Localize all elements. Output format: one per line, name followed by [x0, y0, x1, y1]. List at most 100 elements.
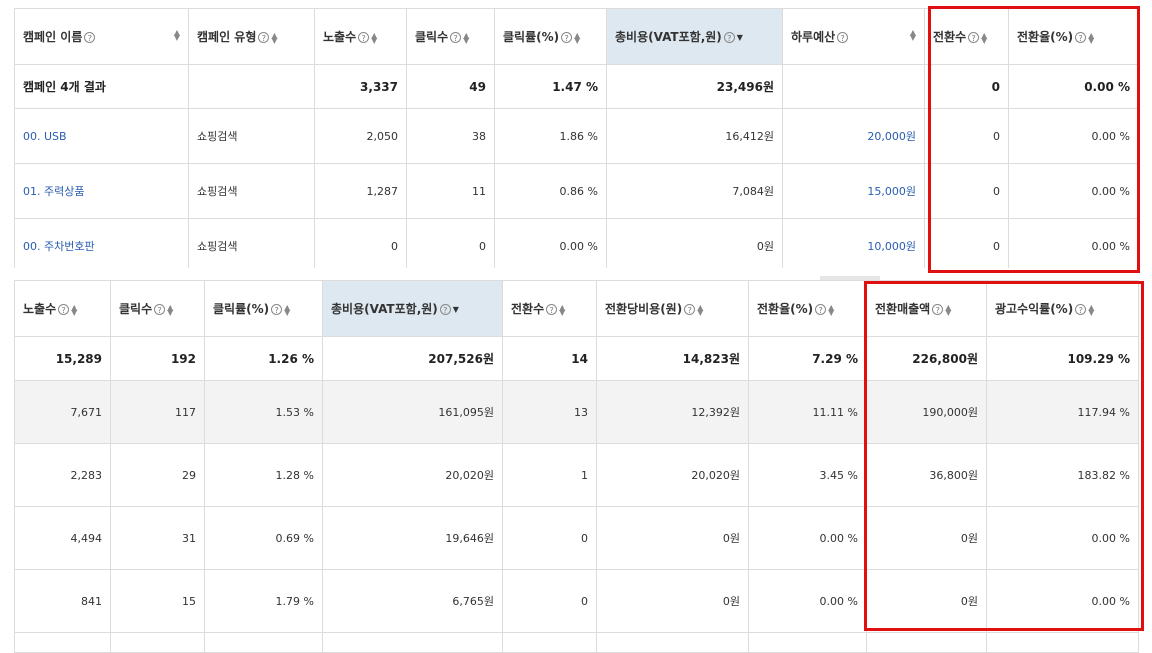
col-cost-per-conversion[interactable]: 전환당비용(원)? ▲ ▼ [596, 280, 749, 337]
table-cell: 6,765원 [322, 569, 503, 633]
sort-icon[interactable]: ▲ ▼ [574, 31, 580, 44]
campaign-name-link[interactable]: 00. USB [14, 108, 189, 164]
summary-cell [188, 64, 315, 109]
table-cell: 1.53 % [204, 380, 323, 444]
table-row: 2,283 29 1.28 % 20,020원 1 20,020원 3.45 %… [14, 443, 1139, 507]
col-total-cost[interactable]: 총비용(VAT포함,원)? ▼ [322, 280, 503, 337]
sort-icon[interactable]: ▲ ▼ [174, 29, 180, 42]
table-cell: 12,392원 [596, 380, 749, 444]
col-clicks[interactable]: 클릭수? ▲ ▼ [406, 8, 495, 65]
sort-icon[interactable]: ▲ ▼ [697, 303, 703, 316]
sort-icon[interactable]: ▲ ▼ [945, 303, 951, 316]
col-daily-budget[interactable]: 하루예산? ▲ ▼ [782, 8, 925, 65]
help-icon[interactable]: ? [546, 304, 558, 315]
table-cell: 0원 [866, 569, 987, 633]
col-conversions[interactable]: 전환수? ▲ ▼ [502, 280, 597, 337]
sort-icon[interactable]: ▲ ▼ [981, 31, 987, 44]
sort-icon[interactable]: ▲ ▼ [559, 303, 565, 316]
caret-down-icon[interactable]: ▼ [453, 305, 459, 314]
help-icon[interactable]: ? [358, 32, 370, 43]
help-icon[interactable]: ? [450, 32, 462, 43]
campaign-table-top: 캠페인 이름? ▲ ▼ 캠페인 유형? ▲ ▼ 노출수? ▲ ▼ 클릭수? ▲ ▼ 클릭률(%)… [14, 8, 1139, 294]
col-campaign-type[interactable]: 캠페인 유형? ▲ ▼ [188, 8, 315, 65]
summary-cell: 109.29 % [986, 336, 1139, 381]
table-cell: 0원 [866, 506, 987, 570]
summary-cell: 226,800원 [866, 336, 987, 381]
table-cell: 0.00 % [986, 569, 1139, 633]
table-cell: 20,020원 [322, 443, 503, 507]
sort-icon[interactable]: ▲ ▼ [71, 303, 77, 316]
section-divider [0, 268, 1152, 280]
caret-down-icon[interactable]: ▼ [737, 33, 743, 42]
table-cell: 0.00 % [1008, 218, 1139, 274]
sort-icon[interactable]: ▲ ▼ [167, 303, 173, 316]
help-icon[interactable]: ? [271, 304, 283, 315]
table-cell: 16,412원 [606, 108, 783, 164]
col-impressions[interactable]: 노출수? ▲ ▼ [314, 8, 407, 65]
table-cell: 841 [14, 569, 111, 633]
help-icon[interactable]: ? [258, 32, 270, 43]
sort-icon[interactable]: ▲ ▼ [1088, 303, 1094, 316]
help-icon[interactable]: ? [84, 32, 96, 43]
daily-budget-link[interactable]: 20,000원 [782, 108, 925, 164]
table-cell: 0원 [596, 569, 749, 633]
col-conversions[interactable]: 전환수? ▲ ▼ [924, 8, 1009, 65]
help-icon[interactable]: ? [1075, 304, 1087, 315]
help-icon[interactable]: ? [439, 304, 451, 315]
table-cell: 1.79 % [204, 569, 323, 633]
campaign-name-link[interactable]: 00. 주차번호판 [14, 218, 189, 274]
table-cell: 31 [110, 506, 205, 570]
help-icon[interactable]: ? [58, 304, 70, 315]
help-icon[interactable]: ? [968, 32, 980, 43]
help-icon[interactable]: ? [684, 304, 696, 315]
sort-icon[interactable]: ▲ ▼ [828, 303, 834, 316]
table-cell: 0.69 % [204, 506, 323, 570]
table-cell: 19,646원 [322, 506, 503, 570]
sort-icon[interactable]: ▲ ▼ [284, 303, 290, 316]
col-conversion-rate[interactable]: 전환율(%)? ▲ ▼ [748, 280, 867, 337]
col-total-cost[interactable]: 총비용(VAT포함,원)? ▼ [606, 8, 783, 65]
table-row-partial [14, 632, 1139, 653]
table-cell: 0.86 % [494, 163, 607, 219]
help-icon[interactable]: ? [561, 32, 573, 43]
col-roas[interactable]: 광고수익률(%)? ▲ ▼ [986, 280, 1139, 337]
sort-icon[interactable]: ▲ ▼ [1088, 31, 1094, 44]
table-cell: 0 [406, 218, 495, 274]
table-cell: 쇼핑검색 [188, 108, 315, 164]
col-clicks[interactable]: 클릭수? ▲ ▼ [110, 280, 205, 337]
table-cell: 161,095원 [322, 380, 503, 444]
campaign-name-link[interactable]: 01. 주력상품 [14, 163, 189, 219]
summary-cell: 7.29 % [748, 336, 867, 381]
table-cell: 36,800원 [866, 443, 987, 507]
table-cell: 7,671 [14, 380, 111, 444]
summary-cell: 207,526원 [322, 336, 503, 381]
help-icon[interactable]: ? [1075, 32, 1087, 43]
table-cell: 117.94 % [986, 380, 1139, 444]
table-cell: 190,000원 [866, 380, 987, 444]
summary-cell: 14 [502, 336, 597, 381]
col-impressions[interactable]: 노출수? ▲ ▼ [14, 280, 111, 337]
table-cell: 7,084원 [606, 163, 783, 219]
daily-budget-link[interactable]: 15,000원 [782, 163, 925, 219]
sort-icon[interactable]: ▲ ▼ [463, 31, 469, 44]
col-ctr[interactable]: 클릭률(%)? ▲ ▼ [494, 8, 607, 65]
sort-icon[interactable]: ▲ ▼ [910, 29, 916, 42]
col-conversion-rate[interactable]: 전환율(%)? ▲ ▼ [1008, 8, 1139, 65]
help-icon[interactable]: ? [154, 304, 166, 315]
table-header-row: 노출수? ▲ ▼ 클릭수? ▲ ▼ 클릭률(%)? ▲ ▼ 총비용(VAT포함,원)? ▼ 전… [14, 280, 1139, 337]
col-ctr[interactable]: 클릭률(%)? ▲ ▼ [204, 280, 323, 337]
summary-cell: 15,289 [14, 336, 111, 381]
table-cell: 0원 [596, 506, 749, 570]
help-icon[interactable]: ? [723, 32, 735, 43]
daily-budget-link[interactable]: 10,000원 [782, 218, 925, 274]
summary-cell: 14,823원 [596, 336, 749, 381]
col-campaign-name[interactable]: 캠페인 이름? ▲ ▼ [14, 8, 189, 65]
help-icon[interactable]: ? [932, 304, 944, 315]
sort-icon[interactable]: ▲ ▼ [271, 31, 277, 44]
summary-row: 캠페인 4개 결과 3,337 49 1.47 % 23,496원 0 0.00… [14, 64, 1139, 109]
help-icon[interactable]: ? [815, 304, 827, 315]
sort-icon[interactable]: ▲ ▼ [371, 31, 377, 44]
table-cell: 1.28 % [204, 443, 323, 507]
col-conversion-revenue[interactable]: 전환매출액? ▲ ▼ [866, 280, 987, 337]
help-icon[interactable]: ? [837, 32, 849, 43]
